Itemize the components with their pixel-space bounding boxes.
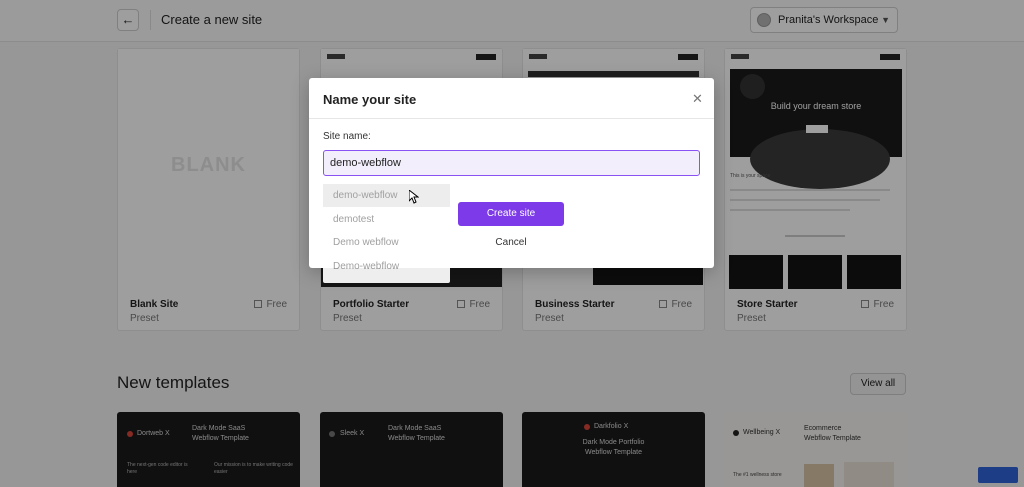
autocomplete-item[interactable]: Demo webflow bbox=[323, 231, 450, 254]
close-icon[interactable]: ✕ bbox=[692, 91, 703, 107]
autocomplete-item[interactable]: demotest bbox=[323, 208, 450, 231]
site-name-label: Site name: bbox=[323, 131, 371, 142]
site-name-input[interactable] bbox=[323, 150, 700, 176]
autocomplete-item[interactable]: Demo-webflow bbox=[323, 255, 450, 278]
autocomplete-dropdown: demo-webflow demotest Demo webflow Demo-… bbox=[323, 183, 450, 283]
autocomplete-item[interactable]: demo-webflow bbox=[323, 184, 450, 207]
cancel-button[interactable]: Cancel bbox=[458, 234, 564, 252]
mouse-cursor-icon bbox=[409, 190, 419, 204]
dialog-title: Name your site bbox=[323, 92, 417, 107]
dialog-header: Name your site ✕ bbox=[309, 78, 714, 119]
create-site-button[interactable]: Create site bbox=[458, 202, 564, 226]
